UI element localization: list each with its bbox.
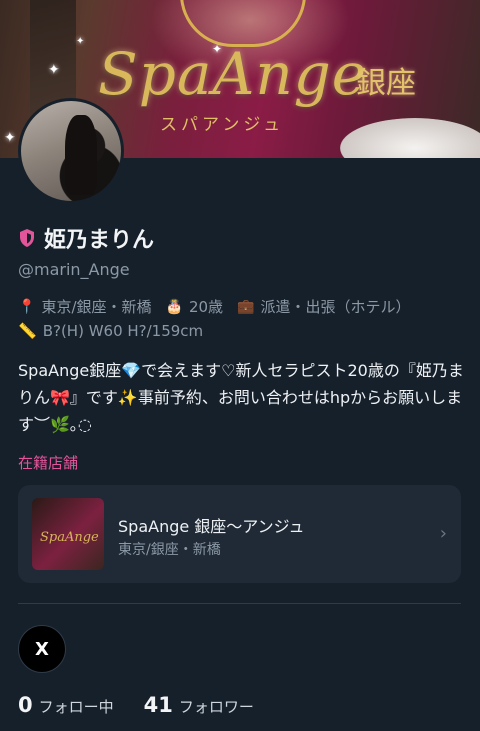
- avatar[interactable]: [18, 98, 124, 204]
- sparkle-icon: ✦: [76, 36, 85, 47]
- name-row: 姫乃まりん: [18, 222, 154, 254]
- following-label[interactable]: フォロー中: [39, 696, 114, 717]
- profile-meta-row: 📍 東京/銀座・新橋 🎂 20歳 💼 派遣・出張（ホテル）: [18, 296, 410, 317]
- x-social-button[interactable]: X: [18, 625, 66, 673]
- x-logo-icon: X: [35, 638, 49, 660]
- profile-age: 20歳: [188, 298, 224, 316]
- shop-card[interactable]: SpaAnge SpaAnge 銀座〜アンジュ 東京/銀座・新橋 ›: [18, 485, 461, 583]
- banner-logo-jp: 銀座: [356, 66, 416, 101]
- shop-name: SpaAnge 銀座〜アンジュ: [118, 517, 305, 536]
- avatar-figure: [65, 115, 97, 195]
- profile-measure-row: 📏 B?(H) W60 H?/159cm: [18, 322, 203, 340]
- profile-location: 東京/銀座・新橋: [41, 298, 152, 316]
- following-count[interactable]: 0: [18, 693, 33, 717]
- follow-stats: 0 フォロー中 41 フォロワー: [18, 693, 254, 717]
- followers-count[interactable]: 41: [144, 693, 173, 717]
- followers-label[interactable]: フォロワー: [179, 696, 254, 717]
- banner-logo-text: SpaAnge: [98, 40, 368, 108]
- profile-work: 派遣・出張（ホテル）: [260, 298, 411, 316]
- shop-location: 東京/銀座・新橋: [118, 542, 221, 558]
- shield-icon: [20, 229, 34, 247]
- banner-logo-kana: スパアンジュ: [160, 115, 285, 135]
- chevron-right-icon: ›: [439, 523, 447, 544]
- sparkle-icon: ✦: [4, 130, 16, 146]
- shop-thumbnail: SpaAnge: [32, 498, 104, 570]
- shop-section-label: 在籍店舗: [18, 454, 79, 472]
- briefcase-icon: 💼: [237, 298, 255, 315]
- profile-bio: SpaAnge銀座💎で会えます♡新人セラピスト20歳の『姫乃まりん🎀』です✨事前…: [18, 361, 464, 434]
- shop-thumb-logo: SpaAnge: [40, 530, 99, 545]
- profile-name: 姫乃まりん: [44, 228, 155, 253]
- profile-measurements: B?(H) W60 H?/159cm: [42, 322, 204, 340]
- profile-handle: @marin_Ange: [18, 260, 130, 279]
- cake-icon: 🎂: [165, 298, 183, 315]
- sparkle-icon: ✦: [48, 62, 60, 78]
- ruler-icon: 📏: [18, 322, 37, 340]
- divider: [18, 603, 461, 604]
- banner-fur: [340, 118, 480, 158]
- pin-icon: 📍: [18, 298, 36, 315]
